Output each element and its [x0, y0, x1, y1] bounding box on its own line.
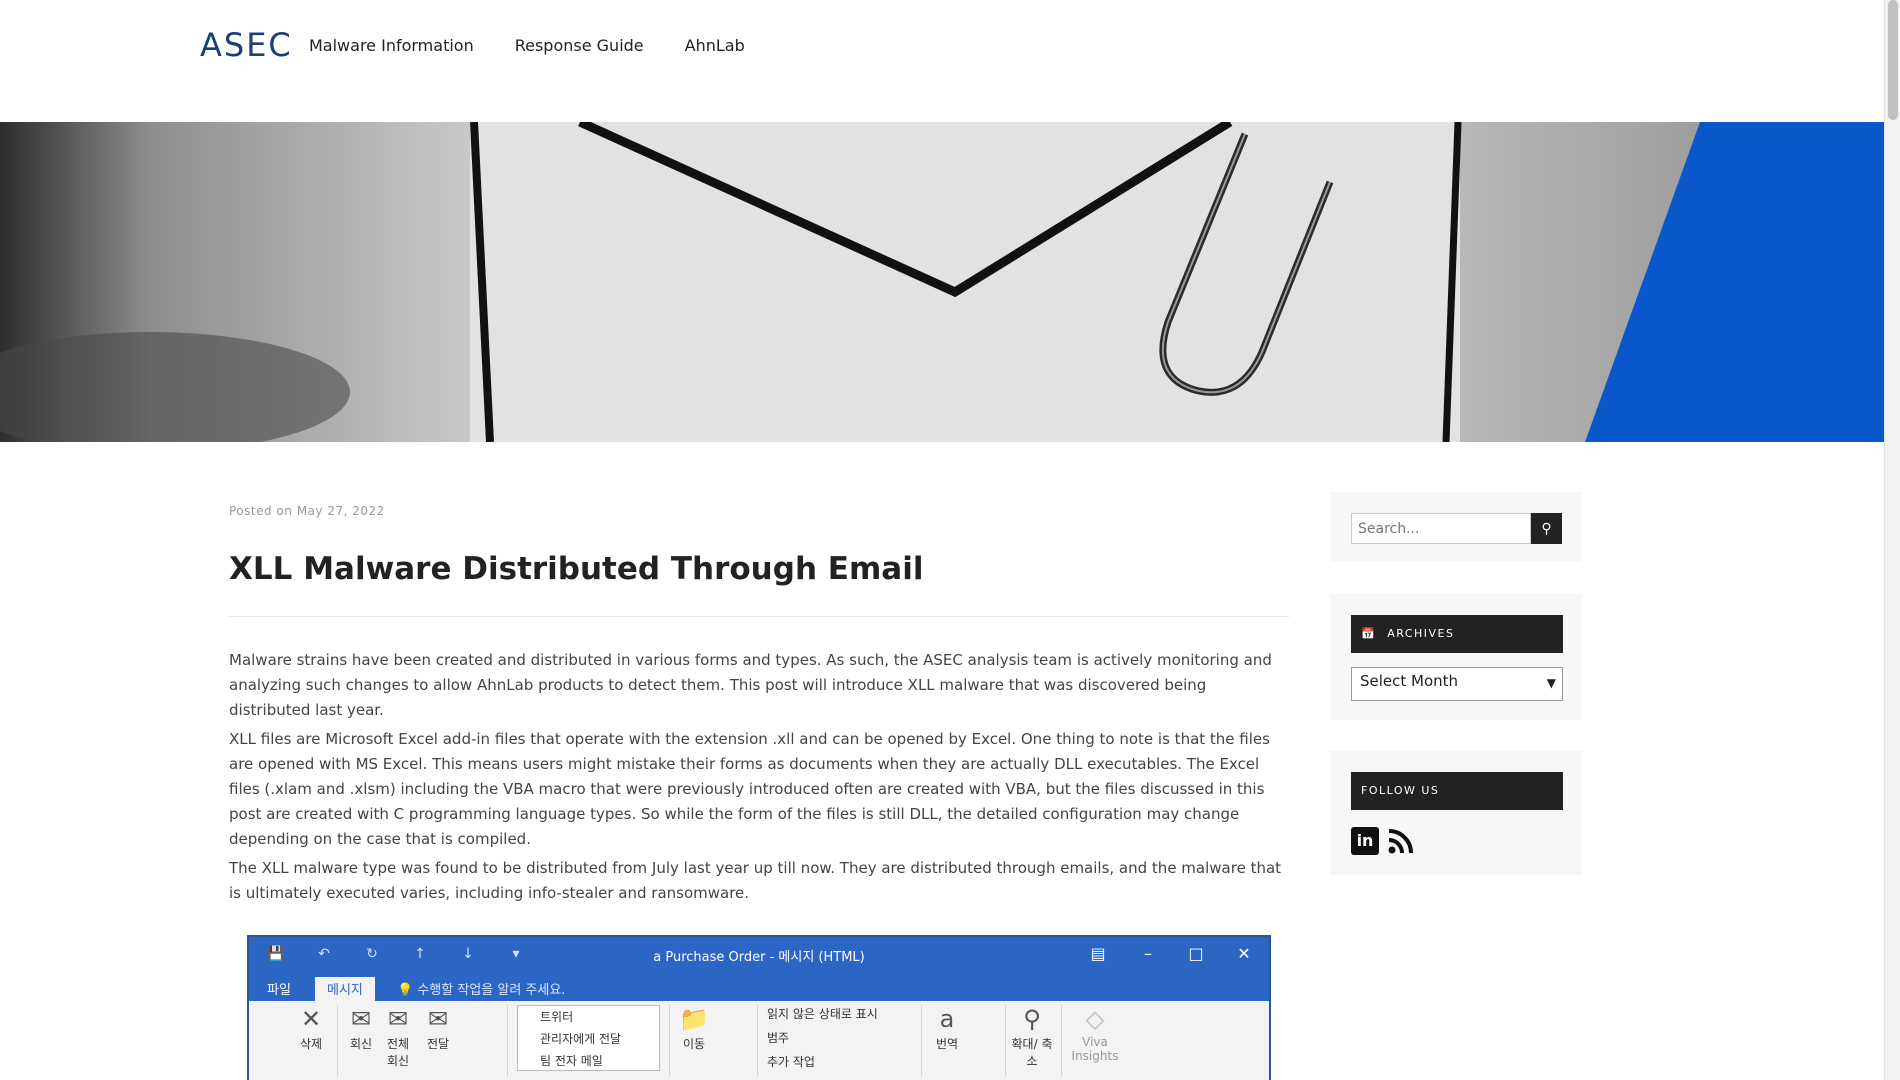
- tab-message: 메시지: [315, 977, 375, 1001]
- tell-me-text: 수행할 작업을 알려 주세요.: [417, 983, 566, 998]
- quick-step-item: 팀 전자 메일: [540, 1054, 603, 1068]
- reply-all-group: ✉ 전체 회신: [383, 1005, 413, 1069]
- site-header: ASEC Malware Information Response Guide …: [0, 0, 1884, 122]
- archives-heading: 📅 ARCHIVES: [1351, 615, 1563, 653]
- reply-all-icon: ✉: [387, 1005, 409, 1033]
- follow-heading: FOLLOW US: [1351, 772, 1563, 810]
- post-meta: Posted on May 27, 2022: [229, 504, 385, 518]
- ribbon-separator: [669, 1005, 670, 1077]
- scrollbar-thumb[interactable]: [1888, 0, 1898, 120]
- quick-step-item: 트위터: [540, 1010, 574, 1024]
- forward-group: ✉ 전달: [421, 1005, 455, 1052]
- ribbon-display-icon: ▤: [1090, 944, 1106, 963]
- viva-label: Viva Insights: [1071, 1035, 1119, 1063]
- folder-icon: 📁: [679, 1005, 709, 1033]
- viva-insights-icon: ◇: [1085, 1005, 1105, 1033]
- move-group: 📁 이동: [675, 1005, 713, 1052]
- calendar-icon: 📅: [1361, 627, 1377, 640]
- main-nav: Malware Information Response Guide AhnLa…: [309, 36, 786, 56]
- search-widget: ⚲: [1330, 492, 1582, 562]
- viva-group: ◇ Viva Insights: [1067, 1005, 1123, 1063]
- hero-image: [0, 122, 1884, 442]
- title-divider: [229, 616, 1289, 617]
- delete-label: 삭제: [299, 1037, 323, 1051]
- forward-label: 전달: [426, 1037, 450, 1051]
- delete-group: ✕ 삭제: [293, 1005, 329, 1052]
- post-title: XLL Malware Distributed Through Email: [229, 551, 924, 587]
- translate-icon: a: [939, 1005, 955, 1033]
- translate-group: a 번역: [929, 1005, 965, 1052]
- screenshot-tabs: 파일 메시지 💡 수행할 작업을 알려 주세요.: [249, 971, 1269, 1001]
- zoom-label: 확대/ 축소: [1011, 1037, 1053, 1068]
- search-button[interactable]: ⚲: [1531, 513, 1562, 544]
- archives-month-select[interactable]: Select Month ▼: [1351, 667, 1563, 701]
- minimize-icon: –: [1144, 944, 1152, 963]
- magnifier-icon: ⚲: [1023, 1005, 1041, 1033]
- post-paragraph: Malware strains have been created and di…: [229, 651, 1272, 719]
- ribbon-separator: [337, 1005, 338, 1077]
- archives-widget: 📅 ARCHIVES Select Month ▼: [1330, 594, 1582, 720]
- screenshot-titlebar: 💾 ↶ ↻ ↑ ↓ ▾ a Purchase Order - 메시지 (HTML…: [249, 937, 1269, 971]
- ribbon-separator: [1061, 1005, 1062, 1077]
- archives-select-value: Select Month: [1360, 672, 1459, 690]
- forward-icon: ✉: [427, 1005, 449, 1033]
- follow-widget: FOLLOW US in: [1330, 751, 1582, 875]
- ribbon-separator: [757, 1005, 758, 1077]
- zoom-group: ⚲ 확대/ 축소: [1009, 1005, 1055, 1069]
- close-icon: ✕: [1237, 944, 1251, 963]
- email-screenshot: 💾 ↶ ↻ ↑ ↓ ▾ a Purchase Order - 메시지 (HTML…: [247, 935, 1271, 1080]
- search-icon: ⚲: [1541, 520, 1552, 536]
- site-logo[interactable]: ASEC: [200, 28, 293, 62]
- screenshot-window-title: a Purchase Order - 메시지 (HTML): [653, 950, 865, 965]
- post-paragraph: XLL files are Microsoft Excel add-in fil…: [229, 730, 1270, 848]
- envelope-paperclip-illustration: [0, 122, 1884, 442]
- nav-response-guide[interactable]: Response Guide: [515, 36, 644, 56]
- chevron-down-icon: ▼: [1546, 676, 1556, 690]
- screenshot-ribbon: ✕ 삭제 ✉ 회신 ✉ 전체 회신 ✉ 전달 트위터 관리자에게 전달 팀 전자…: [249, 1001, 1269, 1080]
- delete-x-icon: ✕: [300, 1005, 322, 1033]
- reply-label: 회신: [349, 1037, 373, 1051]
- category-label: 범주: [767, 1031, 790, 1045]
- ribbon-separator: [921, 1005, 922, 1077]
- post-paragraph: The XLL malware type was found to be dis…: [229, 859, 1282, 902]
- rss-icon[interactable]: [1387, 827, 1415, 855]
- posted-prefix: Posted on: [229, 504, 293, 518]
- nav-ahnlab[interactable]: AhnLab: [685, 36, 745, 56]
- quick-steps-list: 트위터 관리자에게 전달 팀 전자 메일: [517, 1005, 660, 1071]
- post-date[interactable]: May 27, 2022: [297, 504, 385, 518]
- nav-malware-information[interactable]: Malware Information: [309, 36, 474, 56]
- follow-title: FOLLOW US: [1361, 784, 1440, 797]
- reply-group: ✉ 회신: [345, 1005, 377, 1052]
- reply-all-label: 전체 회신: [386, 1037, 410, 1068]
- tell-me-hint: 💡 수행할 작업을 알려 주세요.: [397, 983, 566, 998]
- move-label: 이동: [682, 1037, 706, 1051]
- unread-label: 읽지 않은 상태로 표시: [767, 1007, 878, 1021]
- search-input[interactable]: [1351, 513, 1531, 544]
- page-scrollbar[interactable]: [1884, 0, 1900, 1080]
- maximize-icon: □: [1188, 944, 1204, 963]
- ribbon-separator: [507, 1005, 508, 1077]
- followup-label: 추가 작업: [767, 1055, 815, 1069]
- archives-title: ARCHIVES: [1387, 627, 1455, 640]
- tab-file: 파일: [267, 983, 291, 998]
- translate-label: 번역: [935, 1037, 959, 1051]
- linkedin-icon[interactable]: in: [1351, 827, 1379, 855]
- quick-step-item: 관리자에게 전달: [540, 1032, 622, 1046]
- reply-icon: ✉: [350, 1005, 372, 1033]
- ribbon-separator: [1005, 1005, 1006, 1077]
